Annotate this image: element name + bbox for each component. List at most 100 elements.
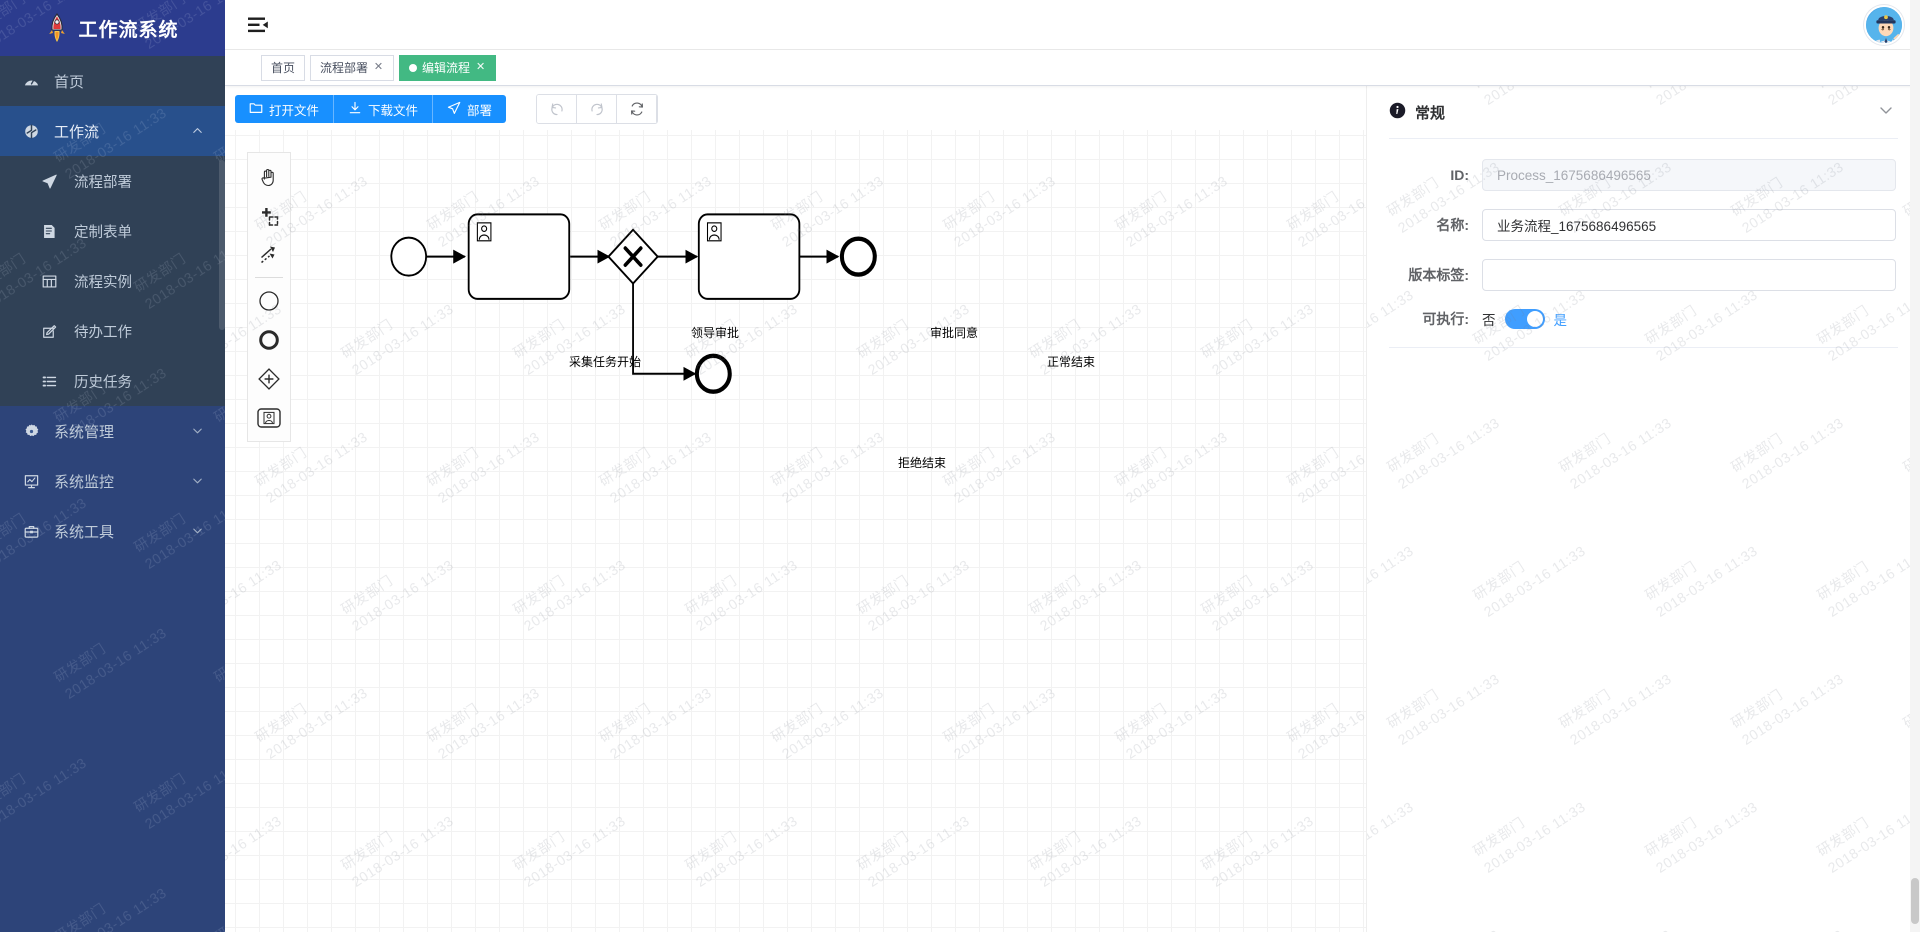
sidebar-item-6[interactable]: 历史任务 <box>0 356 225 406</box>
refresh-button[interactable] <box>617 95 658 123</box>
tab-label: 首页 <box>271 61 296 75</box>
end-event-icon[interactable] <box>248 320 290 359</box>
app-logo[interactable]: 工作流系统 <box>0 0 225 56</box>
sidebar-item-label: 系统监控 <box>54 473 115 491</box>
tab-active-dot <box>409 63 418 72</box>
chevron-icon <box>191 474 205 488</box>
sidebar-item-5[interactable]: 待办工作 <box>0 306 225 356</box>
bpmn-diagram <box>390 213 877 394</box>
node-user-task-2[interactable] <box>697 213 801 300</box>
property-row-0: ID: <box>1367 159 1896 191</box>
sidebar-item-8[interactable]: 系统监控 <box>0 456 225 506</box>
property-row-1: 名称: <box>1367 209 1896 241</box>
info-icon <box>1389 102 1406 123</box>
undo-button[interactable] <box>537 95 578 123</box>
node-end-event-reject[interactable] <box>694 353 732 394</box>
sidebar-item-7[interactable]: 系统管理 <box>0 406 225 456</box>
sidebar-item-1[interactable]: 工作流 <box>0 106 225 156</box>
switch-on-label: 是 <box>1553 313 1568 328</box>
node-gateway[interactable] <box>607 228 659 285</box>
sidebar-item-label: 系统工具 <box>54 523 115 541</box>
deploy-button[interactable]: 部署 <box>433 95 507 123</box>
rocket-icon <box>46 13 68 43</box>
node-end-event-normal[interactable] <box>839 236 877 277</box>
switch-off-label: 否 <box>1482 313 1496 328</box>
tab-2[interactable]: 编辑流程 ✕ <box>399 54 497 81</box>
send-icon <box>38 172 60 190</box>
open-file-button[interactable]: 打开文件 <box>235 95 335 123</box>
user-task-icon[interactable] <box>248 398 290 437</box>
page-scrollbar[interactable] <box>1910 0 1920 932</box>
file-action-group: 打开文件 下载文件 部署 <box>235 95 507 123</box>
sidebar-item-label: 定制表单 <box>74 224 132 241</box>
sidebar-item-0[interactable]: 首页 <box>0 56 225 106</box>
chevron-down-icon[interactable] <box>1878 102 1894 122</box>
sidebar-item-3[interactable]: 定制表单 <box>0 206 225 256</box>
canvas-container: 打开文件 下载文件 部署 采集任务开始 领导审批 审批同意 正常结束 拒绝结束 … <box>225 86 1367 932</box>
close-icon[interactable]: ✕ <box>475 62 486 73</box>
connect-tool-icon[interactable] <box>248 235 290 274</box>
palette-divider <box>255 277 283 278</box>
sidebar-scrollbar[interactable] <box>219 160 225 330</box>
sidebar-item-9[interactable]: 系统工具 <box>0 506 225 556</box>
tabs-bar: 首页 流程部署 ✕ 编辑流程 ✕ <box>225 50 1920 86</box>
sidebar-item-label: 待办工作 <box>74 324 132 341</box>
open-file-label: 打开文件 <box>269 103 320 118</box>
property-row-executable: 可执行: 否是 <box>1367 309 1896 329</box>
property-input-1[interactable] <box>1482 209 1896 241</box>
node-start-event[interactable] <box>390 236 428 277</box>
lasso-tool-icon[interactable] <box>248 196 290 235</box>
send-icon <box>447 101 461 118</box>
node-label-end1: 正常结束 <box>1046 355 1095 369</box>
app-title: 工作流系统 <box>78 19 179 41</box>
sidebar-item-label: 流程实例 <box>74 274 132 291</box>
node-user-task-1[interactable] <box>467 213 571 300</box>
sidebar-menu: 首页工作流 流程部署定制表单流程实例待办工作历史任务系统管理系统监控系统工具 <box>0 56 225 556</box>
properties-header: 常规 <box>1367 86 1920 138</box>
node-label-task1: 领导审批 <box>690 326 739 340</box>
gateway-icon[interactable] <box>248 359 290 398</box>
properties-panel: 常规 ID:名称:版本标签:可执行:否是 研发部门2018-03-16 11:3… <box>1367 86 1920 932</box>
bpmn-palette <box>247 152 291 442</box>
executable-toggle[interactable] <box>1504 309 1545 329</box>
executable-switch-row: 否是 <box>1482 309 1567 329</box>
executable-label: 可执行: <box>1422 311 1469 327</box>
sidebar-item-label: 首页 <box>54 73 85 91</box>
start-event-icon[interactable] <box>248 281 290 320</box>
editor-layout: 打开文件 下载文件 部署 采集任务开始 领导审批 审批同意 正常结束 拒绝结束 … <box>225 86 1920 932</box>
menu-fold-icon[interactable] <box>247 15 271 35</box>
close-icon[interactable]: ✕ <box>373 62 384 73</box>
workflow-icon <box>20 122 42 140</box>
properties-title: 常规 <box>1415 104 1446 122</box>
editor-toolbar: 打开文件 下载文件 部署 <box>225 86 1366 130</box>
download-icon <box>348 101 362 118</box>
user-avatar[interactable] <box>1864 4 1904 45</box>
table-icon <box>38 272 60 290</box>
node-label-start: 采集任务开始 <box>568 355 641 369</box>
app-root: 工作流系统 首页工作流 流程部署定制表单流程实例待办工作历史任务系统管理系统监控系… <box>0 0 1920 932</box>
chevron-icon <box>191 124 205 138</box>
redo-button[interactable] <box>577 95 618 123</box>
tab-0[interactable]: 首页 <box>261 54 306 81</box>
sidebar-item-2[interactable]: 流程部署 <box>0 156 225 206</box>
node-label-end2: 拒绝结束 <box>897 456 946 470</box>
sidebar-item-label: 系统管理 <box>54 423 115 441</box>
list-icon <box>38 372 60 390</box>
property-label: 版本标签: <box>1408 267 1469 283</box>
download-file-button[interactable]: 下载文件 <box>334 95 434 123</box>
property-input-2[interactable] <box>1482 259 1896 291</box>
edit-icon <box>38 322 60 340</box>
property-label: ID: <box>1450 167 1469 183</box>
toolbox-icon <box>20 522 42 540</box>
hand-tool-icon[interactable] <box>248 157 290 196</box>
property-input-0[interactable] <box>1482 159 1896 191</box>
chevron-icon <box>191 424 205 438</box>
sidebar-item-4[interactable]: 流程实例 <box>0 256 225 306</box>
properties-form: ID:名称:版本标签:可执行:否是 <box>1367 139 1920 329</box>
page-scrollbar-thumb[interactable] <box>1911 878 1919 924</box>
tab-1[interactable]: 流程部署 ✕ <box>310 54 395 81</box>
main-area: 首页 流程部署 ✕ 编辑流程 ✕ 打开文件 下载文件 部署 采集任务开始 领导审… <box>225 0 1920 932</box>
bpmn-canvas[interactable]: 采集任务开始 领导审批 审批同意 正常结束 拒绝结束 研发部门2018-03-1… <box>225 130 1366 932</box>
chevron-icon <box>191 524 205 538</box>
properties-footer-divider <box>1389 347 1898 348</box>
